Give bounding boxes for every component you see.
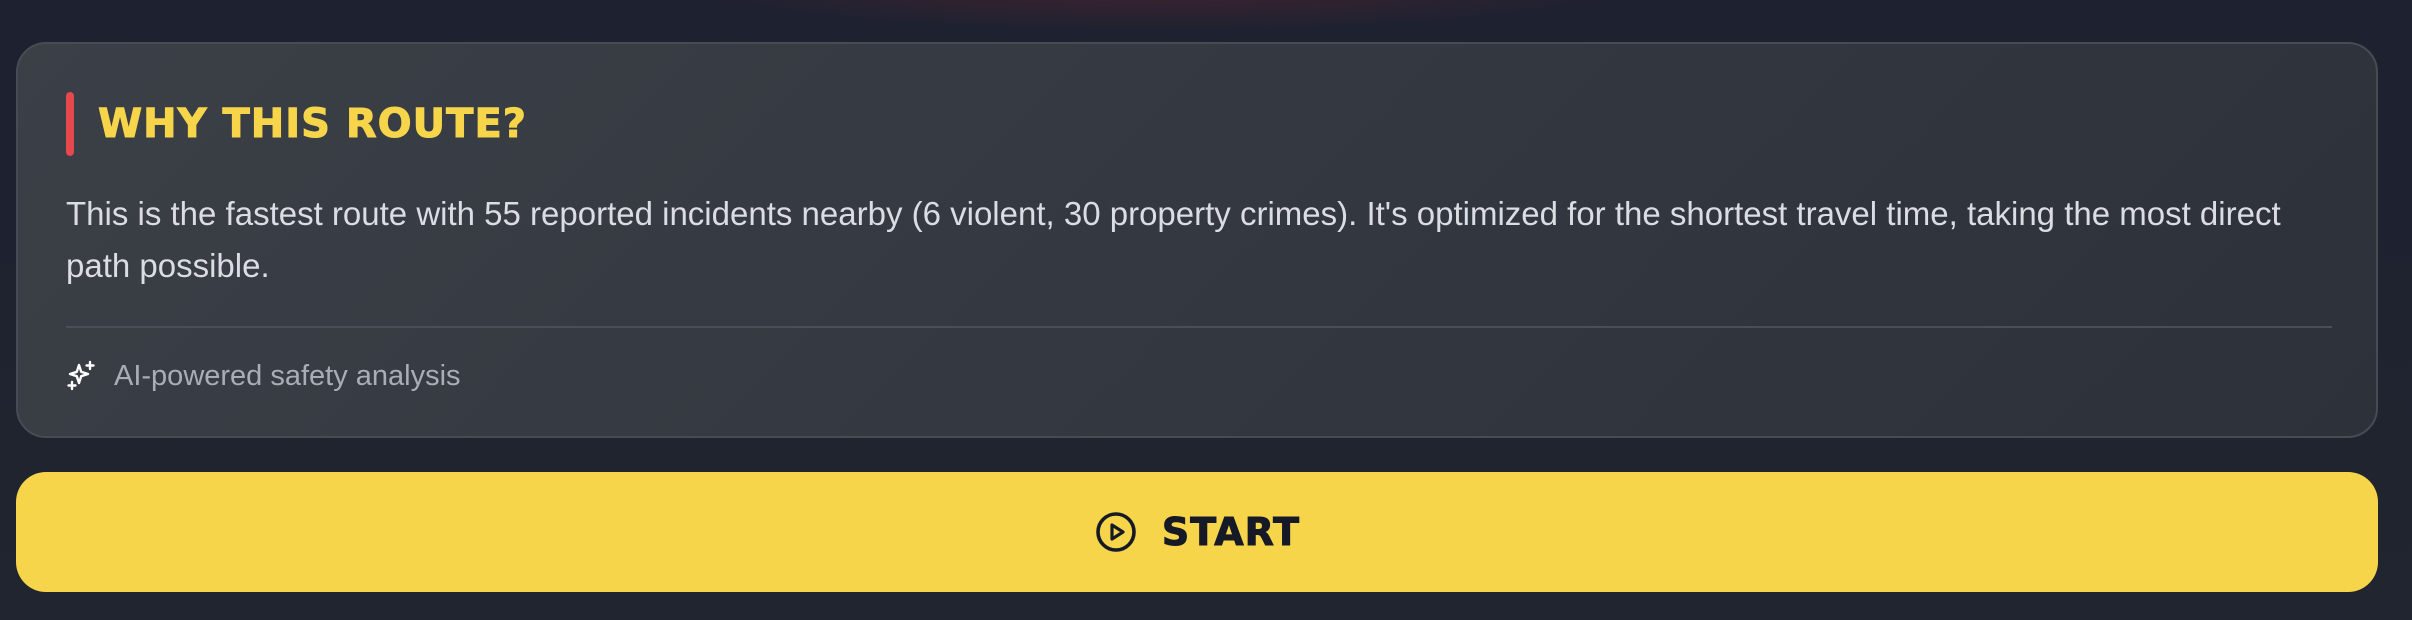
accent-bar [66,92,74,156]
start-button[interactable]: START [16,472,2378,592]
route-description: This is the fastest route with 55 report… [66,195,2281,284]
page: WHY THIS ROUTE? This is the fastest rout… [0,0,2412,620]
sparkles-icon [66,360,98,392]
divider [66,326,2332,328]
ai-analysis-note: AI-powered safety analysis [66,350,461,402]
card-title: WHY THIS ROUTE? [98,101,527,148]
play-circle-icon [1094,510,1138,554]
ai-analysis-label: AI-powered safety analysis [114,359,461,392]
route-explanation-card: WHY THIS ROUTE? This is the fastest rout… [16,42,2378,438]
start-button-label: START [1161,510,1301,555]
card-header: WHY THIS ROUTE? [66,92,527,156]
